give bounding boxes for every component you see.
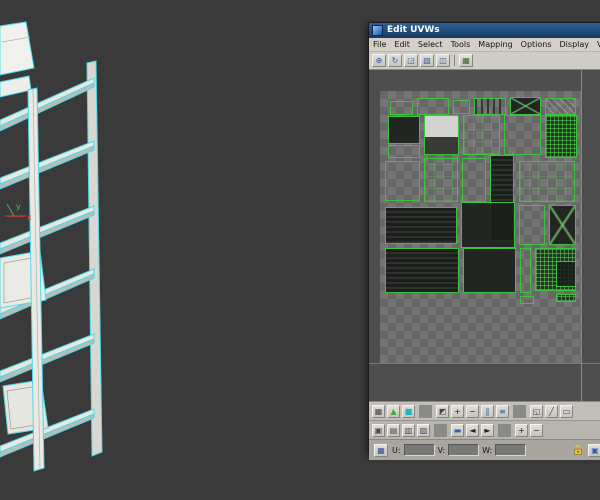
uv-island[interactable] <box>504 115 541 155</box>
shrink-selection-icon[interactable]: − <box>466 404 479 418</box>
lock-icon[interactable] <box>572 444 584 456</box>
select-element-toggle-icon[interactable]: ◩ <box>436 404 449 418</box>
uv-island[interactable] <box>385 248 459 293</box>
menu-display[interactable]: Display <box>556 38 594 51</box>
options-toolbar: ▣ ▤ ▥ ▨ ▬ ◄ ► + − <box>369 421 600 440</box>
uv-island[interactable] <box>417 98 449 115</box>
freeze-selection-icon[interactable]: ▨ <box>417 423 430 437</box>
uv-island[interactable] <box>453 100 470 114</box>
rotate-tool-icon[interactable]: ↻ <box>388 54 402 67</box>
menu-view[interactable]: View <box>593 38 600 51</box>
freeform-mode-icon[interactable]: ▧ <box>420 54 434 67</box>
misc-tool-icon[interactable]: ▣ <box>588 443 600 457</box>
texture-list-icon[interactable]: ▬ <box>451 423 464 437</box>
row2-separator-1[interactable] <box>434 423 447 437</box>
zoom-out-icon[interactable]: − <box>530 423 543 437</box>
menubar: File Edit Select Tools Mapping Options Display… <box>369 38 600 52</box>
edit-uvws-window: Edit UVWs File Edit Select Tools Mapping Opti… <box>368 22 600 460</box>
move-tool-icon[interactable]: ⊕ <box>372 54 386 67</box>
uv-island[interactable] <box>510 97 541 115</box>
rectangle-select-icon[interactable]: ▭ <box>560 404 573 418</box>
uv-island[interactable] <box>474 98 506 115</box>
viewport-3d[interactable]: y x <box>0 0 368 500</box>
w-field[interactable] <box>495 444 527 456</box>
desktop: { "colors": { "background": "#3a3a3a", "… <box>0 0 600 500</box>
box-top <box>0 21 35 76</box>
titlebar[interactable]: Edit UVWs <box>369 23 600 38</box>
loop-selection-icon[interactable]: ∥ <box>481 404 494 418</box>
selection-toolbar: ▦ ▲ ■ ◩ + − ∥ ≡ ◱ ╱ ▭ <box>369 402 600 421</box>
ring-selection-icon[interactable]: ≡ <box>496 404 509 418</box>
grow-selection-icon[interactable]: + <box>451 404 464 418</box>
shelf-model[interactable] <box>0 21 103 472</box>
row2-separator-2[interactable] <box>498 423 511 437</box>
uv-island[interactable] <box>519 161 575 202</box>
mirror-tool-icon[interactable]: ◫ <box>436 54 450 67</box>
u-field[interactable] <box>403 444 435 456</box>
uv-islands-layer <box>369 70 600 401</box>
zoom-in-icon[interactable]: + <box>515 423 528 437</box>
axis-y-label: y <box>16 202 21 211</box>
snap-grid-toggle-icon[interactable]: ▦ <box>372 404 385 418</box>
uv-island[interactable] <box>463 115 500 155</box>
align-tool-icon[interactable]: ◱ <box>530 404 543 418</box>
axis-y-line <box>6 203 15 217</box>
v-field[interactable] <box>448 444 480 456</box>
edge-draw-icon[interactable]: ╱ <box>545 404 558 418</box>
shelf-post-right[interactable] <box>86 60 103 457</box>
uv-island[interactable] <box>388 145 420 158</box>
toolbar-separator[interactable] <box>454 55 455 66</box>
face-mode-icon[interactable]: ■ <box>402 404 415 418</box>
app-icon <box>372 25 383 36</box>
show-map-toggle-icon[interactable]: ▦ <box>459 54 473 67</box>
menu-tools[interactable]: Tools <box>447 38 475 51</box>
typein-mode-button[interactable]: ▦ <box>374 443 388 457</box>
uv-island[interactable] <box>424 115 459 155</box>
menu-edit[interactable]: Edit <box>390 38 414 51</box>
row1-separator-2[interactable] <box>513 404 526 418</box>
top-toolbar: ⊕ ↻ ◲ ▧ ◫ ▦ <box>369 52 600 70</box>
statusbar: ▦ U: V: W: ▣ <box>369 440 600 460</box>
uv-canvas[interactable] <box>369 70 600 402</box>
filter-faces-icon[interactable]: ▤ <box>387 423 400 437</box>
uv-island[interactable] <box>463 248 516 293</box>
lock-selection-toggle-icon[interactable]: ▣ <box>372 423 385 437</box>
next-icon[interactable]: ► <box>481 423 494 437</box>
menu-select[interactable]: Select <box>414 38 447 51</box>
scale-tool-icon[interactable]: ◲ <box>404 54 418 67</box>
menu-file[interactable]: File <box>369 38 390 51</box>
hide-selection-icon[interactable]: ▥ <box>402 423 415 437</box>
previous-icon[interactable]: ◄ <box>466 423 479 437</box>
axis-gizmo: y x <box>5 202 32 222</box>
uv-island[interactable] <box>520 296 534 304</box>
uv-island[interactable] <box>556 261 576 287</box>
uv-island[interactable] <box>545 98 576 115</box>
u-label: U: <box>392 445 401 455</box>
window-title: Edit UVWs <box>387 25 440 35</box>
menu-mapping[interactable]: Mapping <box>474 38 516 51</box>
uv-island[interactable] <box>549 205 576 245</box>
uv-island[interactable] <box>520 248 531 293</box>
uv-island[interactable] <box>385 207 457 244</box>
axis-x-label: x <box>27 213 32 222</box>
uv-island[interactable] <box>390 101 413 115</box>
uv-island[interactable] <box>385 161 420 201</box>
menu-options[interactable]: Options <box>517 38 556 51</box>
uv-island[interactable] <box>545 115 577 158</box>
w-label: W: <box>482 445 493 455</box>
uv-island[interactable] <box>519 205 545 245</box>
polygon-filter-icon[interactable]: ▲ <box>387 404 400 418</box>
uv-island[interactable] <box>424 158 458 202</box>
row1-separator-1[interactable] <box>419 404 432 418</box>
uv-island[interactable] <box>461 202 515 248</box>
v-label: V: <box>437 445 446 455</box>
sheet-item <box>0 75 32 98</box>
uv-island[interactable] <box>388 116 420 144</box>
uv-island[interactable] <box>462 158 486 202</box>
uv-island[interactable] <box>556 294 576 302</box>
